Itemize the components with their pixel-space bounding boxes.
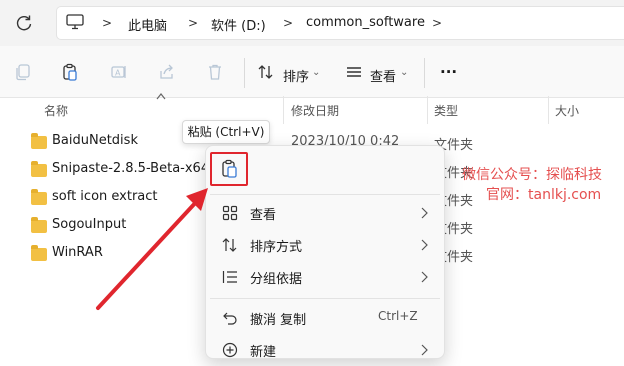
chevron-right-icon	[421, 207, 428, 219]
more-options-icon[interactable]: ···	[440, 63, 457, 81]
folder-icon	[31, 161, 47, 177]
column-divider[interactable]	[548, 96, 549, 124]
file-name: BaiduNetdisk	[52, 133, 138, 148]
add-circle-icon	[222, 342, 238, 358]
breadcrumb-drive-d[interactable]: 软件 (D:)	[211, 15, 266, 34]
grid-icon	[222, 205, 238, 221]
watermark-wechat: 微信公众号：探临科技	[462, 167, 602, 183]
group-icon	[222, 271, 237, 283]
sort-icon[interactable]	[257, 63, 275, 81]
breadcrumb-this-pc[interactable]: 此电脑	[128, 15, 167, 34]
view-button-label[interactable]: 查看	[370, 66, 396, 85]
breadcrumb-common-software[interactable]: common_software	[306, 15, 425, 30]
column-divider[interactable]	[283, 96, 284, 124]
breadcrumb-separator: >	[188, 16, 199, 30]
file-name: Snipaste-2.8.5-Beta-x64	[52, 161, 210, 176]
breadcrumb-separator: >	[283, 16, 294, 30]
folder-icon	[31, 245, 47, 261]
chevron-right-icon	[421, 344, 428, 356]
list-item[interactable]: BaiduNetdisk	[28, 130, 208, 154]
watermark-website: 官网：tanlkj.com	[486, 187, 602, 203]
breadcrumb-separator: >	[102, 16, 113, 30]
column-header-name[interactable]: 名称	[44, 102, 68, 119]
delete-icon[interactable]	[206, 63, 224, 81]
menu-item-shortcut: Ctrl+Z	[378, 309, 418, 323]
view-icon[interactable]	[345, 63, 363, 81]
rename-icon[interactable]: A	[110, 63, 128, 81]
sort-icon	[222, 238, 237, 252]
refresh-icon[interactable]	[14, 13, 34, 33]
menu-item-label: 查看	[250, 208, 277, 223]
menu-item-label: 撤消 复制	[250, 313, 307, 328]
toolbar-divider	[424, 58, 425, 88]
folder-icon	[31, 217, 47, 233]
breadcrumb-separator[interactable]: >	[432, 16, 442, 30]
paste-icon[interactable]	[61, 63, 79, 81]
folder-icon	[31, 189, 47, 205]
column-header-type[interactable]: 类型	[434, 102, 458, 119]
computer-icon	[66, 14, 84, 30]
chevron-right-icon	[421, 239, 428, 251]
toolbar-divider	[244, 58, 245, 88]
copy-icon[interactable]	[14, 63, 32, 81]
undo-icon	[223, 312, 237, 325]
menu-item-label: 排序方式	[250, 240, 303, 255]
menu-item-label: 分组依据	[250, 272, 303, 287]
menu-item-undo-copy[interactable]: 撤消 复制 Ctrl+Z	[206, 302, 444, 334]
column-header-modified[interactable]: 修改日期	[291, 102, 339, 119]
chevron-right-icon	[421, 271, 428, 283]
view-dropdown-chevron-icon[interactable]: ⌄	[400, 67, 408, 78]
folder-icon	[31, 133, 47, 149]
column-header-size[interactable]: 大小	[555, 102, 579, 119]
column-divider[interactable]	[427, 96, 428, 124]
sort-dropdown-chevron-icon[interactable]: ⌄	[312, 67, 320, 78]
svg-text:A: A	[115, 69, 121, 78]
menu-item-new[interactable]: 新建	[206, 334, 444, 366]
menu-divider	[210, 298, 440, 299]
red-arrow-icon	[96, 188, 208, 310]
paste-tooltip: 粘贴 (Ctrl+V)	[182, 120, 270, 144]
menu-item-label: 新建	[250, 345, 277, 360]
menu-divider	[210, 194, 440, 195]
menu-item-group-by[interactable]: 分组依据	[206, 261, 444, 293]
share-icon[interactable]	[158, 63, 176, 81]
sort-button-label[interactable]: 排序	[283, 66, 309, 85]
menu-item-view[interactable]: 查看	[206, 197, 444, 229]
menu-item-sort-by[interactable]: 排序方式	[206, 229, 444, 261]
sort-ascending-icon	[156, 93, 166, 100]
